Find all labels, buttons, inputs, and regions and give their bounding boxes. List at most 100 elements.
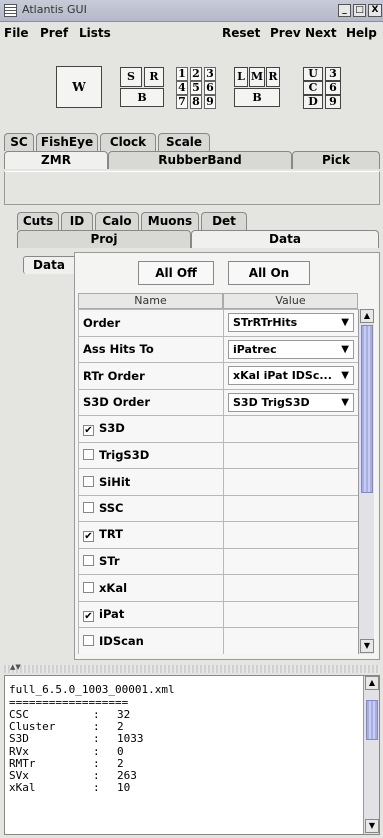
all-off-button[interactable]: All Off [138, 261, 214, 285]
grid-3[interactable]: 3 [204, 67, 216, 81]
tab-fisheye[interactable]: FishEye [36, 133, 98, 151]
tab-det[interactable]: Det [201, 212, 247, 230]
checkbox[interactable] [83, 449, 94, 461]
log-scroll-up-arrow[interactable]: ▲ [365, 676, 379, 690]
value-cell [223, 600, 358, 628]
button-6[interactable]: 6 [325, 81, 341, 95]
checkbox[interactable]: ✔ [83, 425, 94, 437]
checkbox-cell[interactable]: ✔ TRT [78, 521, 224, 549]
checkbox-label: iPat [99, 606, 125, 621]
tab-rubberband[interactable]: RubberBand [108, 151, 292, 169]
checkbox-cell[interactable]: SiHit [78, 468, 224, 496]
chevron-down-icon[interactable]: ▼ [341, 344, 349, 355]
button-9[interactable]: 9 [325, 95, 341, 109]
checkbox-cell[interactable]: ✔ S3D [78, 415, 224, 443]
checkbox-cell[interactable]: IDScan [78, 627, 224, 654]
checkbox[interactable]: ✔ [83, 610, 94, 622]
grid-2[interactable]: 2 [190, 67, 202, 81]
chevron-down-icon[interactable]: ▼ [341, 317, 349, 328]
checkbox-cell[interactable]: STr [78, 547, 224, 575]
menu-lists[interactable]: Lists [79, 26, 111, 40]
checkbox-cell[interactable]: SSC [78, 494, 224, 522]
maximize-button[interactable]: □ [353, 4, 366, 17]
window-menu-icon[interactable] [4, 4, 17, 17]
checkbox[interactable]: ✔ [83, 531, 94, 543]
value-cell [223, 521, 358, 549]
all-on-button[interactable]: All On [228, 261, 310, 285]
menu-file[interactable]: File [4, 26, 29, 40]
row-name: Ass Hits To [78, 335, 224, 363]
tab-pick[interactable]: Pick [292, 151, 380, 169]
tab-sc[interactable]: SC [4, 133, 34, 151]
chevron-down-icon[interactable]: ▼ [341, 397, 349, 408]
value-dropdown[interactable]: iPatrec ▼ [223, 335, 358, 363]
grid-9[interactable]: 9 [204, 95, 216, 109]
table-row: Order STrRTrHits ▼ [78, 309, 358, 337]
tab-data[interactable]: Data [191, 230, 379, 248]
button-d[interactable]: D [303, 95, 323, 109]
grid-4[interactable]: 4 [176, 81, 188, 95]
checkbox-label: SiHit [99, 474, 131, 489]
tab-clock[interactable]: Clock [100, 133, 156, 151]
checkbox[interactable] [83, 581, 94, 593]
log-scrollbar[interactable]: ▲ ▼ [363, 676, 379, 834]
table-scrollbar[interactable]: ▲ ▼ [358, 309, 374, 654]
menu-help[interactable]: Help [346, 26, 377, 40]
button-r[interactable]: R [144, 67, 164, 87]
tab-calo[interactable]: Calo [95, 212, 139, 230]
checkbox[interactable] [83, 555, 94, 567]
checkbox-cell[interactable]: ✔ iPat [78, 600, 224, 628]
button-b-right[interactable]: B [234, 88, 280, 107]
close-button[interactable]: X [368, 4, 382, 17]
minimize-button[interactable]: _ [338, 4, 351, 17]
checkbox-cell[interactable]: TrigS3D [78, 441, 224, 469]
log-scroll-down-arrow[interactable]: ▼ [365, 819, 379, 833]
button-c[interactable]: C [303, 81, 323, 95]
grid-7[interactable]: 7 [176, 95, 188, 109]
window-w-button[interactable]: W [56, 66, 102, 108]
tab-proj[interactable]: Proj [17, 230, 191, 248]
checkbox[interactable] [83, 634, 94, 646]
grid-5[interactable]: 5 [190, 81, 202, 95]
button-l[interactable]: L [234, 67, 248, 87]
button-s[interactable]: S [120, 67, 142, 87]
header-value[interactable]: Value [223, 293, 358, 309]
output-log[interactable]: full_6.5.0_1003_00001.xml ==============… [4, 675, 380, 835]
button-m[interactable]: M [249, 67, 265, 87]
tab-muons[interactable]: Muons [141, 212, 199, 230]
scroll-thumb[interactable] [361, 325, 373, 493]
window-title: Atlantis GUI [22, 3, 87, 16]
scroll-up-arrow[interactable]: ▲ [360, 309, 374, 323]
grid-1[interactable]: 1 [176, 67, 188, 81]
table-row: S3D Order S3D TrigS3D ▼ [78, 388, 358, 416]
value-dropdown[interactable]: STrRTrHits ▼ [223, 309, 358, 337]
button-b-left[interactable]: B [120, 88, 164, 107]
checkbox[interactable] [83, 502, 94, 514]
menu-reset[interactable]: Reset [222, 26, 260, 40]
dropdown-value: S3D TrigS3D [233, 395, 310, 409]
tab-zmr[interactable]: ZMR [4, 151, 108, 169]
collapse-arrows-icon[interactable]: ▲▼ [10, 663, 21, 671]
scroll-down-arrow[interactable]: ▼ [360, 639, 374, 653]
checkbox[interactable] [83, 475, 94, 487]
grid-6[interactable]: 6 [204, 81, 216, 95]
menu-next[interactable]: Next [305, 26, 337, 40]
menu-pref[interactable]: Pref [40, 26, 68, 40]
grid-8[interactable]: 8 [190, 95, 202, 109]
split-divider[interactable]: ▲▼ [4, 663, 380, 673]
value-dropdown[interactable]: xKal iPat IDSc... ▼ [223, 362, 358, 390]
tab-scale[interactable]: Scale [158, 133, 210, 151]
tab-id[interactable]: ID [61, 212, 93, 230]
value-dropdown[interactable]: S3D TrigS3D ▼ [223, 388, 358, 416]
log-scroll-thumb[interactable] [366, 700, 378, 740]
button-u[interactable]: U [303, 67, 323, 81]
menu-prev[interactable]: Prev [270, 26, 301, 40]
button-3[interactable]: 3 [325, 67, 341, 81]
header-name[interactable]: Name [78, 293, 223, 309]
side-tab-data[interactable]: Data [23, 256, 75, 274]
checkbox-cell[interactable]: xKal [78, 574, 224, 602]
button-r-right[interactable]: R [266, 67, 280, 87]
chevron-down-icon[interactable]: ▼ [341, 370, 349, 381]
tab-cuts[interactable]: Cuts [17, 212, 59, 230]
toolbar: W S R B 1 2 3 4 5 6 7 8 9 L M R B U C D … [0, 44, 383, 130]
